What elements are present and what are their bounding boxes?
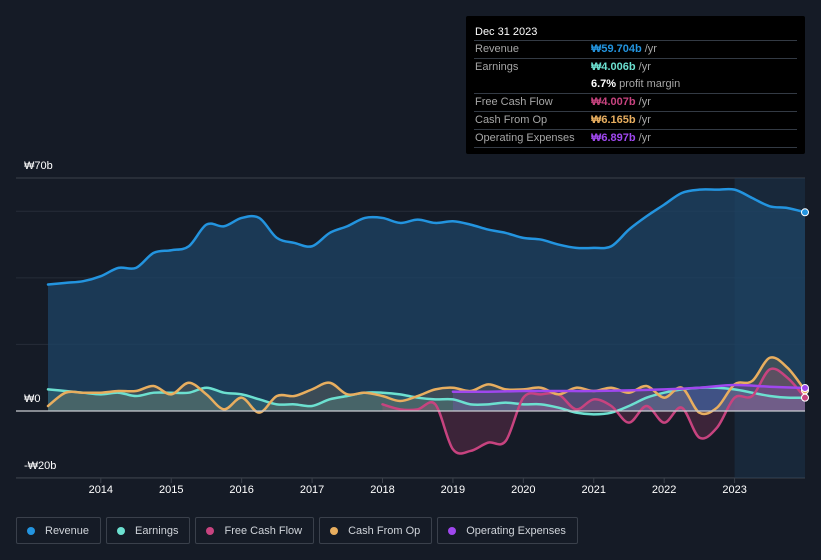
- tooltip-value: 6.7%: [591, 78, 617, 90]
- x-tick-label: 2016: [229, 484, 254, 496]
- legend-dot-icon: [206, 526, 215, 535]
- legend-item-operating-expenses[interactable]: Operating Expenses: [437, 517, 578, 544]
- legend-label: Revenue: [45, 524, 90, 537]
- legend-label: Free Cash Flow: [224, 524, 303, 537]
- tooltip-row-revenue: Revenue ₩59.704b /yr: [474, 40, 797, 58]
- tooltip-value: ₩4.006b: [591, 61, 636, 73]
- legend-dot-icon: [448, 526, 457, 535]
- tooltip-row-earnings: Earnings ₩4.006b /yr: [474, 58, 797, 76]
- tooltip-row-free-cash-flow: Free Cash Flow ₩4.007b /yr: [474, 93, 797, 111]
- x-tick-label: 2014: [88, 484, 114, 496]
- legend-label: Earnings: [135, 524, 179, 537]
- operating-expenses-end-marker: [801, 384, 809, 393]
- chart-legend: Revenue Earnings Free Cash Flow Cash Fro…: [16, 517, 578, 544]
- tooltip-label: Cash From Op: [475, 114, 548, 126]
- legend-item-free-cash-flow[interactable]: Free Cash Flow: [195, 517, 315, 544]
- tooltip-value: ₩6.897b: [591, 132, 636, 144]
- legend-label: Operating Expenses: [466, 524, 566, 537]
- legend-dot-icon: [330, 526, 339, 535]
- tooltip-value: ₩6.165b: [591, 114, 636, 126]
- tooltip-panel: Dec 31 2023 Revenue ₩59.704b /yr Earning…: [466, 16, 805, 154]
- legend-dot-icon: [117, 526, 126, 535]
- tooltip-unit: /yr: [644, 43, 657, 55]
- tooltip-unit: /yr: [638, 96, 651, 108]
- x-tick-label: 2015: [158, 484, 184, 496]
- tooltip-value: ₩4.007b: [591, 96, 636, 108]
- x-tick-label: 2018: [370, 484, 395, 496]
- x-tick-label: 2022: [651, 484, 677, 496]
- y-tick-label-bottom: -₩20b: [24, 460, 57, 472]
- x-tick-label: 2023: [722, 484, 747, 496]
- tooltip-unit: /yr: [638, 114, 651, 126]
- x-tick-label: 2017: [299, 484, 325, 496]
- tooltip-label: [474, 76, 591, 93]
- x-tick-label: 2020: [511, 484, 536, 496]
- free-cash-flow-end-marker: [801, 393, 809, 402]
- tooltip-label: Free Cash Flow: [475, 96, 553, 108]
- tooltip-value: ₩59.704b: [591, 43, 642, 55]
- tooltip-unit: /yr: [638, 132, 651, 144]
- x-tick-label: 2021: [581, 484, 606, 496]
- tooltip-row-profit-margin: 6.7% profit margin: [474, 76, 797, 93]
- y-tick-label-top: ₩70b: [24, 160, 53, 172]
- tooltip-row-operating-expenses: Operating Expenses ₩6.897b /yr: [474, 129, 797, 148]
- tooltip-label: Revenue: [475, 43, 520, 55]
- tooltip-unit: profit margin: [619, 78, 681, 90]
- legend-dot-icon: [27, 526, 35, 535]
- legend-item-cash-from-op[interactable]: Cash From Op: [319, 517, 433, 544]
- x-tick-label: 2019: [440, 484, 466, 496]
- y-tick-label-zero: ₩0: [24, 393, 41, 405]
- tooltip-label: Operating Expenses: [475, 132, 575, 144]
- tooltip-unit: /yr: [638, 61, 651, 73]
- tooltip-row-cash-from-op: Cash From Op ₩6.165b /yr: [474, 111, 797, 129]
- legend-label: Cash From Op: [348, 524, 421, 537]
- legend-item-earnings[interactable]: Earnings: [106, 517, 191, 544]
- tooltip-date: Dec 31 2023: [475, 26, 538, 38]
- legend-item-revenue[interactable]: Revenue: [16, 517, 102, 544]
- revenue-end-marker: [801, 208, 809, 217]
- tooltip-label: Earnings: [475, 61, 519, 73]
